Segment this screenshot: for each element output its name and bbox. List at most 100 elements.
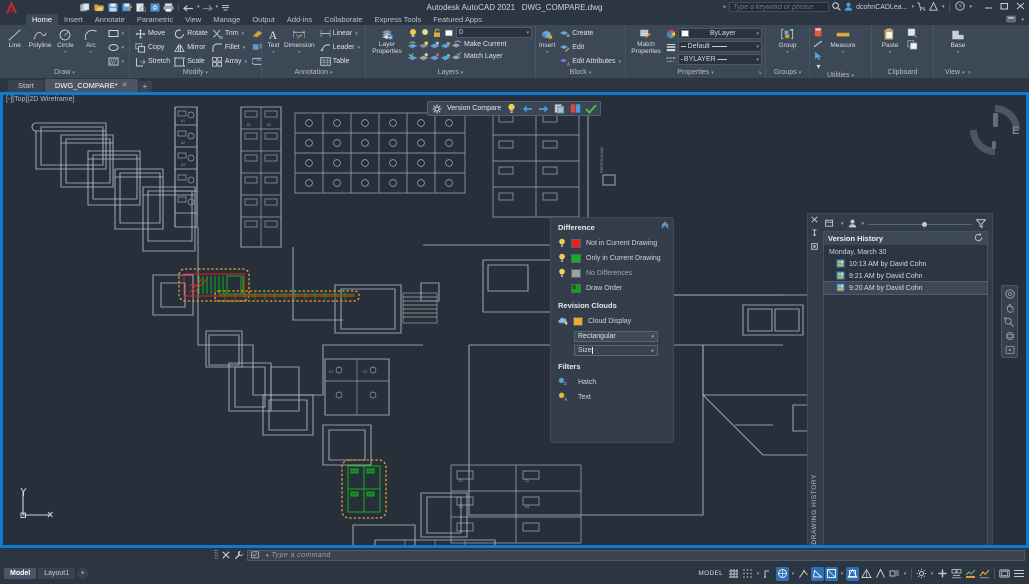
lineweight-toggle[interactable] <box>860 567 873 581</box>
zoom-extents-icon[interactable] <box>1003 316 1016 327</box>
autodesk-account-icon[interactable] <box>929 2 938 13</box>
block-create-button[interactable]: Create <box>557 27 623 40</box>
help-icon[interactable]: ? <box>955 1 965 13</box>
version-filter-dropdown[interactable] <box>825 219 836 230</box>
annotation-leader-button[interactable]: Leader ▾ <box>318 41 362 54</box>
paste-dropdown-caret[interactable]: ▾ <box>889 50 891 53</box>
command-history-caret[interactable]: ▾ <box>266 553 269 559</box>
account-menu-caret[interactable]: ▾ <box>942 4 945 10</box>
user-name[interactable]: dcohnCADLea... <box>856 4 907 11</box>
add-layout-button[interactable]: + <box>77 568 88 579</box>
close-button[interactable] <box>1016 2 1025 12</box>
wrench-icon[interactable] <box>234 550 244 562</box>
qat-save-as[interactable] <box>120 1 133 13</box>
panel-title-properties[interactable]: Properties▾↘ <box>626 68 765 78</box>
layer-lock-icon[interactable] <box>431 27 442 38</box>
modify-copy-button[interactable]: Copy <box>133 41 172 54</box>
utilities-more-caret[interactable]: ▾ <box>813 62 824 71</box>
qat-open-drawing[interactable] <box>92 1 105 13</box>
make-current-label[interactable]: Make Current <box>464 41 506 48</box>
qat-cloud-save[interactable] <box>148 1 161 13</box>
version-item-1013am[interactable]: 10:13 AM by David Cohn <box>824 258 987 270</box>
version-filter-caret[interactable]: ▾ <box>841 221 844 227</box>
panel-title-annotation[interactable]: Annotation▾ <box>262 68 365 78</box>
lineweight-caret[interactable]: ▾ <box>756 44 759 50</box>
layer-on-all-icon[interactable] <box>418 51 429 62</box>
minimize-button[interactable] <box>984 2 993 12</box>
object-snap-tracking-toggle[interactable] <box>797 567 810 581</box>
panel-collapse-icon[interactable] <box>661 221 669 231</box>
draw-ellipse-button[interactable]: ▾ <box>106 41 127 54</box>
ribbon-minimize-icon[interactable] <box>1006 15 1017 25</box>
layer-off-icon[interactable] <box>418 39 429 50</box>
orbit-icon[interactable] <box>1003 330 1016 341</box>
user-menu-caret[interactable]: ▾ <box>911 4 914 10</box>
annotation-linear-button[interactable]: Linear ▾ <box>318 27 362 40</box>
file-tab-close-icon[interactable]: ✕ <box>122 80 128 92</box>
linetype-combo[interactable]: BYLAYER ▾ <box>678 54 762 65</box>
quick-select-icon[interactable] <box>813 50 824 61</box>
ribbon-tab-manage[interactable]: Manage <box>207 14 246 25</box>
export-snapshot-icon[interactable] <box>553 103 565 115</box>
compare-drawings-icon[interactable] <box>569 103 581 115</box>
infer-constraints-toggle[interactable] <box>762 567 775 581</box>
match-properties-button[interactable]: MatchProperties <box>629 27 663 55</box>
restore-button[interactable] <box>1000 2 1009 12</box>
accept-check-icon[interactable] <box>585 103 597 115</box>
auto-scale-toggle[interactable] <box>950 567 963 581</box>
modify-array-button[interactable]: Array ▾ <box>210 55 249 68</box>
search-box[interactable] <box>729 2 829 12</box>
ortho-mode-toggle[interactable] <box>811 567 824 581</box>
measure-button[interactable]: Measure ▾ <box>826 27 860 53</box>
color-swatch-added[interactable] <box>571 254 581 263</box>
difference-row-no-differences[interactable]: No Differences <box>558 266 666 281</box>
layer-unlock-icon[interactable] <box>440 51 451 62</box>
annotation-visibility-toggle[interactable] <box>936 567 949 581</box>
quick-calc-icon[interactable] <box>813 26 824 37</box>
arc-dropdown-caret[interactable]: ▾ <box>90 50 92 53</box>
modify-rotate-button[interactable]: Rotate <box>172 27 210 40</box>
refresh-icon[interactable] <box>974 233 983 244</box>
layer-properties-button[interactable]: LayerProperties <box>369 27 405 55</box>
insert-block-button[interactable]: Insert ▾ <box>539 27 555 53</box>
make-current-icon[interactable] <box>451 39 462 50</box>
modify-move-button[interactable]: Move <box>133 27 172 40</box>
fillet-dropdown-caret[interactable]: ▾ <box>243 45 246 51</box>
view-cube[interactable]: E <box>968 103 1022 157</box>
ribbon-tab-view[interactable]: View <box>179 14 207 25</box>
previous-change-icon[interactable] <box>521 103 533 115</box>
lightbulb-icon[interactable] <box>558 238 566 250</box>
selection-cycling-caret[interactable]: ▾ <box>902 571 908 577</box>
layer-unisolate-icon[interactable] <box>407 51 418 62</box>
layer-freeze-set-icon[interactable] <box>429 39 440 50</box>
block-edit-button[interactable]: Edit <box>557 41 623 54</box>
layer-freeze-icon[interactable] <box>419 27 430 38</box>
filter-row-text[interactable]: A Text <box>558 390 666 405</box>
color-swatch-removed[interactable] <box>571 239 581 248</box>
help-menu-caret[interactable]: ▾ <box>969 4 972 10</box>
funnel-icon[interactable] <box>976 219 986 230</box>
modify-fillet-button[interactable]: Fillet ▾ <box>210 41 249 54</box>
annotation-text-button[interactable]: A Text ▾ <box>265 27 282 53</box>
modify-stretch-button[interactable]: Stretch <box>133 55 172 68</box>
difference-row-only-in-current[interactable]: Only in Current Drawing <box>558 251 666 266</box>
filter-row-hatch[interactable]: Hatch <box>558 375 666 390</box>
polar-tracking-caret[interactable]: ▾ <box>839 571 845 577</box>
object-color-combo[interactable]: ByLayer ▾ <box>678 28 762 39</box>
text-dropdown-caret[interactable]: ▾ <box>272 50 274 53</box>
layout-tab-model[interactable]: Model <box>4 568 36 579</box>
command-line-drag-handle[interactable] <box>214 549 218 562</box>
draw-polyline-button[interactable]: Polyline <box>28 27 51 49</box>
difference-row-not-in-current[interactable]: Not in Current Drawing <box>558 236 666 251</box>
layer-color-swatch[interactable] <box>443 27 454 38</box>
base-dropdown-caret[interactable]: ▾ <box>957 50 959 53</box>
edit-attributes-caret[interactable]: ▾ <box>618 59 621 65</box>
new-file-tab-button[interactable]: + <box>139 81 152 92</box>
qat-new-drawing[interactable] <box>78 1 91 13</box>
measure-dropdown-caret[interactable]: ▾ <box>842 50 844 53</box>
user-avatar-icon[interactable] <box>844 2 853 13</box>
qat-plot-preview[interactable] <box>134 1 147 13</box>
version-item-920am[interactable]: 9:20 AM by David Cohn <box>824 282 987 294</box>
grid-display-toggle[interactable] <box>727 567 740 581</box>
layer-isolate-icon[interactable] <box>407 39 418 50</box>
